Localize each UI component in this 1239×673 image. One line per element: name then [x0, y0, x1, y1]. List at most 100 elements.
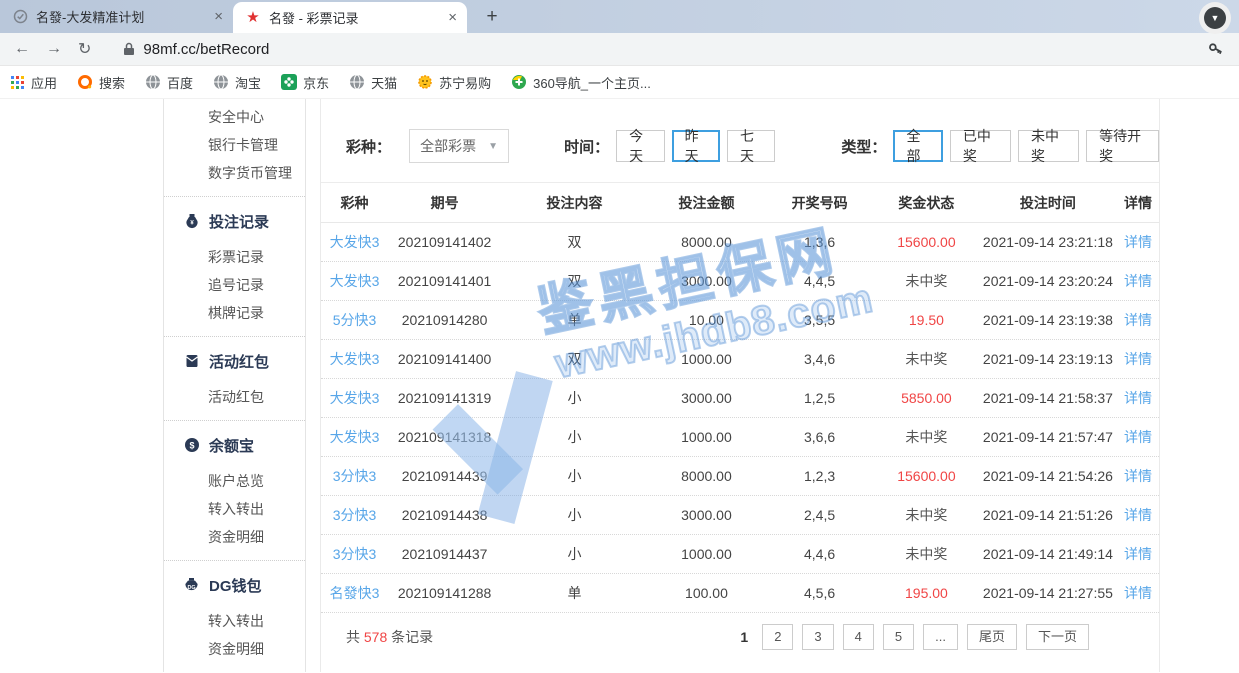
key-icon[interactable] — [1207, 40, 1225, 58]
detail-link[interactable]: 详情 — [1117, 349, 1159, 369]
sidebar-section-header[interactable]: 活动红包 — [164, 346, 305, 376]
time-filter-button[interactable]: 昨天 — [672, 130, 720, 162]
table-row: 5分快320210914280单10.003,5,519.502021-09-1… — [321, 301, 1159, 340]
detail-link[interactable]: 详情 — [1117, 232, 1159, 252]
sidebar-item[interactable]: 转入转出 — [164, 607, 305, 635]
lottery-link[interactable]: 3分快3 — [321, 544, 388, 564]
bookmark-label: 京东 — [303, 73, 329, 92]
time-filter-button[interactable]: 今天 — [616, 130, 664, 162]
tab-precise-plan[interactable]: 名發-大发精准计划 × — [0, 0, 233, 33]
table-row: 大发快3202109141318小1000.003,6,6未中奖2021-09-… — [321, 418, 1159, 457]
page-button[interactable]: ... — [923, 624, 958, 650]
bookmark-item[interactable]: 搜索 — [77, 73, 125, 92]
content-cell: 单 — [501, 310, 648, 330]
bookmark-item[interactable]: 京东 — [281, 73, 329, 92]
page-button[interactable]: 5 — [883, 624, 914, 650]
close-icon[interactable]: × — [448, 9, 457, 26]
lottery-link[interactable]: 大发快3 — [321, 349, 388, 369]
table-body: 大发快3202109141402双8000.001,3,615600.00202… — [321, 223, 1159, 613]
bookmark-item[interactable]: 360导航_一个主页... — [511, 73, 651, 92]
table-header: 彩种期号投注内容投注金额开奖号码奖金状态投注时间详情 — [321, 183, 1159, 223]
issue-cell: 202109141318 — [388, 429, 501, 445]
page-button[interactable]: 3 — [802, 624, 833, 650]
forward-button[interactable]: → — [46, 40, 62, 58]
content-cell: 小 — [501, 427, 648, 447]
back-button[interactable]: ← — [14, 40, 30, 58]
lottery-link[interactable]: 3分快3 — [321, 505, 388, 525]
sidebar-item[interactable]: 棋牌记录 — [164, 299, 305, 327]
column-header: 详情 — [1117, 193, 1159, 213]
detail-link[interactable]: 详情 — [1117, 466, 1159, 486]
type-filter-label: 类型： — [841, 136, 886, 157]
new-tab-button[interactable]: + — [477, 3, 507, 31]
last-page-button[interactable]: 尾页 — [967, 624, 1017, 650]
sidebar-item[interactable]: 资金明细 — [164, 635, 305, 663]
sidebar-section-header[interactable]: DGDG钱包 — [164, 570, 305, 600]
sidebar-item[interactable]: 安全中心 — [164, 103, 305, 131]
column-header: 投注时间 — [979, 193, 1117, 213]
sidebar-section-header[interactable]: $余额宝 — [164, 430, 305, 460]
content-cell: 单 — [501, 583, 648, 603]
sidebar-item[interactable]: 资金明细 — [164, 523, 305, 551]
sidebar-item[interactable]: 数字货币管理 — [164, 159, 305, 187]
lottery-link[interactable]: 大发快3 — [321, 232, 388, 252]
lottery-select[interactable]: 全部彩票 ▼ — [409, 129, 509, 163]
bookmark-label: 淘宝 — [235, 73, 261, 92]
lottery-link[interactable]: 3分快3 — [321, 466, 388, 486]
time-cell: 2021-09-14 21:27:55 — [979, 585, 1117, 601]
tab-search-button[interactable]: ▼ — [1199, 2, 1231, 34]
lottery-link[interactable]: 5分快3 — [321, 310, 388, 330]
time-cell: 2021-09-14 21:57:47 — [979, 429, 1117, 445]
type-filter-button[interactable]: 已中奖 — [950, 130, 1011, 162]
page-button[interactable]: 4 — [843, 624, 874, 650]
detail-link[interactable]: 详情 — [1117, 544, 1159, 564]
apps-grid-icon — [10, 75, 25, 90]
column-header: 奖金状态 — [874, 193, 979, 213]
next-page-button[interactable]: 下一页 — [1026, 624, 1089, 650]
sidebar-item[interactable]: 彩票记录 — [164, 243, 305, 271]
type-filter-button[interactable]: 未中奖 — [1018, 130, 1079, 162]
reload-button[interactable]: ↻ — [78, 39, 91, 59]
time-filter-button[interactable]: 七天 — [727, 130, 775, 162]
url-bar[interactable]: 98mf.cc/betRecord — [143, 41, 269, 58]
lottery-link[interactable]: 大发快3 — [321, 388, 388, 408]
detail-link[interactable]: 详情 — [1117, 271, 1159, 291]
issue-cell: 20210914280 — [388, 312, 501, 328]
detail-link[interactable]: 详情 — [1117, 388, 1159, 408]
tab-lottery-record[interactable]: ★ 名發 - 彩票记录 × — [233, 2, 467, 33]
type-filter-button[interactable]: 等待开奖 — [1086, 130, 1159, 162]
page-button[interactable]: 2 — [762, 624, 793, 650]
lottery-link[interactable]: 名發快3 — [321, 583, 388, 603]
table-row: 大发快3202109141402双8000.001,3,615600.00202… — [321, 223, 1159, 262]
lottery-link[interactable]: 大发快3 — [321, 271, 388, 291]
amount-cell: 8000.00 — [648, 234, 765, 250]
bookmark-label: 应用 — [31, 73, 57, 92]
red-star-icon: ★ — [245, 10, 261, 26]
sidebar-item[interactable]: 银行卡管理 — [164, 131, 305, 159]
bookmark-item[interactable]: 应用 — [10, 73, 57, 92]
close-icon[interactable]: × — [214, 8, 223, 25]
content-cell: 小 — [501, 388, 648, 408]
detail-link[interactable]: 详情 — [1117, 310, 1159, 330]
bookmark-item[interactable]: 百度 — [145, 73, 193, 92]
sidebar-item[interactable]: 账户总览 — [164, 467, 305, 495]
detail-link[interactable]: 详情 — [1117, 583, 1159, 603]
sidebar-item[interactable]: 追号记录 — [164, 271, 305, 299]
sidebar-section-header[interactable]: ¥投注记录 — [164, 206, 305, 236]
detail-link[interactable]: 详情 — [1117, 427, 1159, 447]
issue-cell: 20210914437 — [388, 546, 501, 562]
sidebar-item[interactable]: 活动红包 — [164, 383, 305, 411]
lottery-link[interactable]: 大发快3 — [321, 427, 388, 447]
detail-link[interactable]: 详情 — [1117, 505, 1159, 525]
bookmark-item[interactable]: 苏宁易购 — [417, 73, 491, 92]
issue-cell: 20210914438 — [388, 507, 501, 523]
amount-cell: 1000.00 — [648, 429, 765, 445]
suning-lion-icon — [417, 74, 433, 90]
bookmark-item[interactable]: 淘宝 — [213, 73, 261, 92]
issue-cell: 202109141400 — [388, 351, 501, 367]
sidebar-item[interactable]: 转入转出 — [164, 495, 305, 523]
type-filter-button[interactable]: 全部 — [893, 130, 942, 162]
bookmark-label: 360导航_一个主页... — [533, 73, 651, 92]
bookmark-item[interactable]: 天猫 — [349, 73, 397, 92]
numbers-cell: 4,5,6 — [765, 585, 874, 601]
